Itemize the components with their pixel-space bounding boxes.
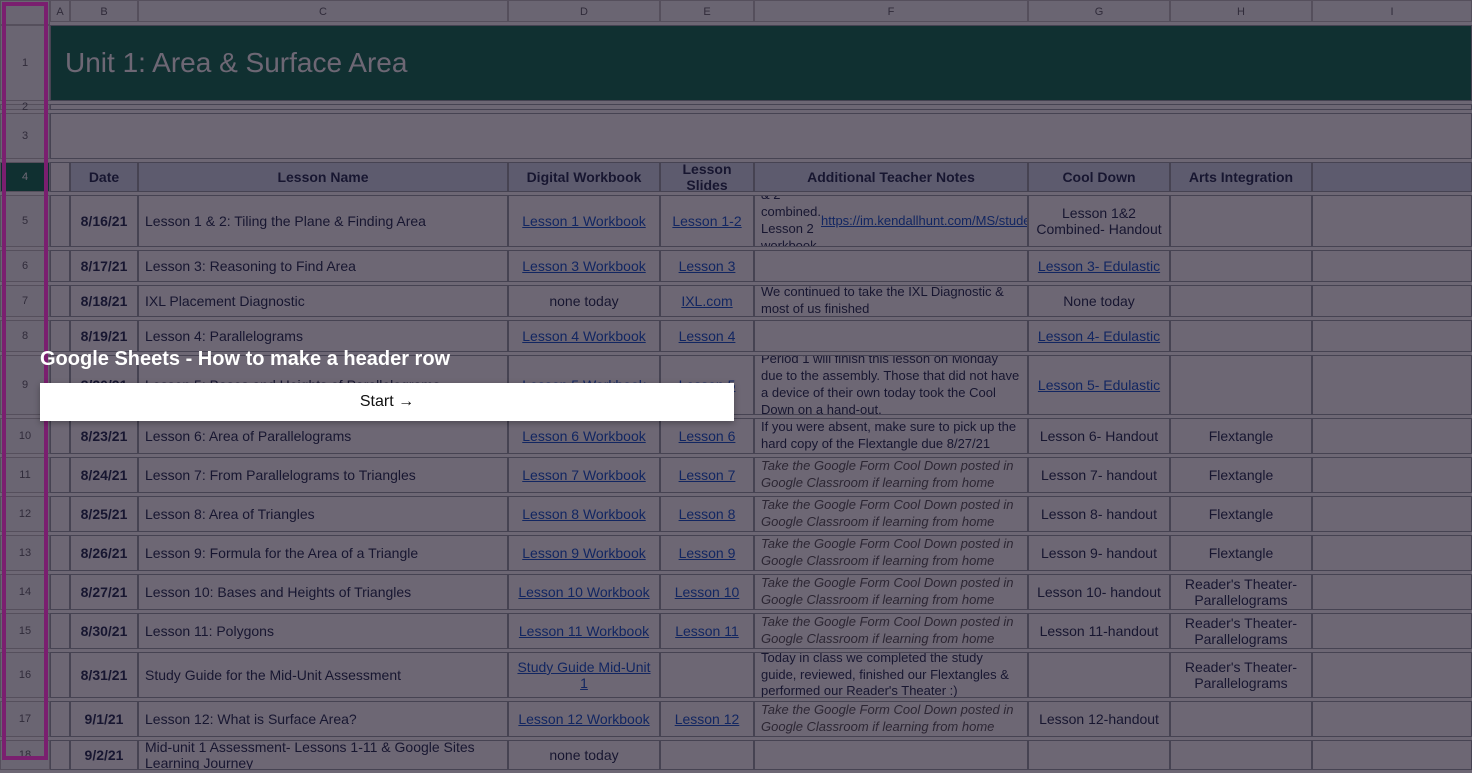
tutorial-title: Google Sheets - How to make a header row [40, 340, 734, 383]
start-button[interactable]: Start → [40, 383, 734, 421]
tutorial-popup: Google Sheets - How to make a header row… [40, 340, 734, 421]
